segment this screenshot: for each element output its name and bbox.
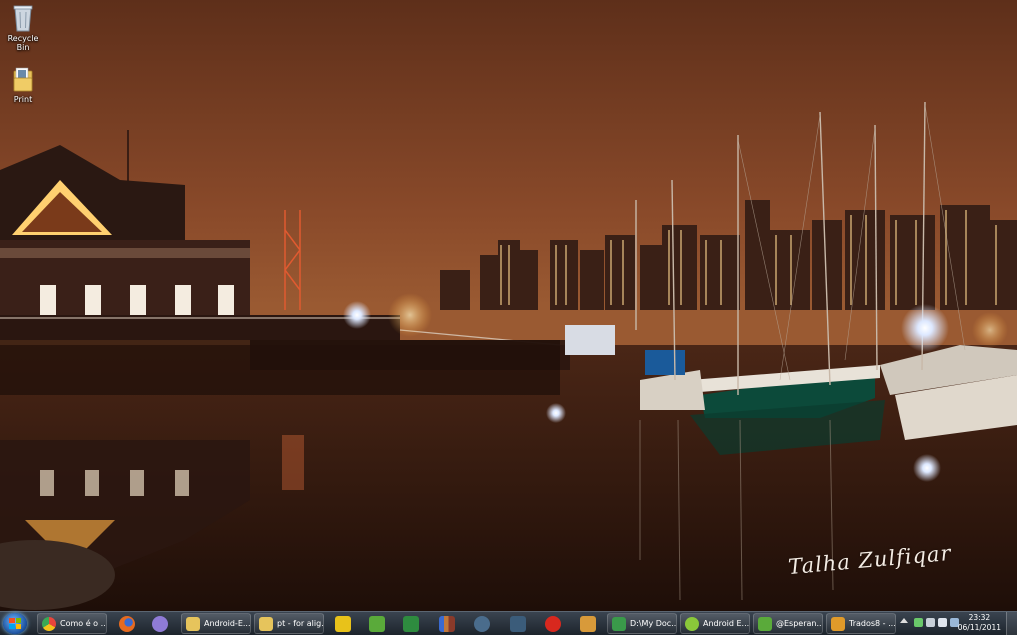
folder-icon — [259, 617, 273, 631]
taskbar-button-firefox[interactable] — [112, 613, 142, 634]
show-desktop-button[interactable] — [1006, 612, 1017, 635]
taskbar-button-label: pt - for alig... — [277, 619, 324, 628]
taskbar-button-label: D:\My Doc... — [630, 619, 677, 628]
speaker-icon[interactable] — [938, 618, 947, 627]
network-icon[interactable] — [914, 618, 923, 627]
taskbar-button-steam[interactable] — [467, 613, 497, 634]
taskbar-button-tomato[interactable] — [538, 613, 568, 634]
system-tray: 23:32 06/11/2011 — [896, 612, 1017, 635]
desktop-icon-label: Print — [13, 95, 33, 104]
library-icon — [439, 616, 455, 632]
taskbar-button-excel[interactable] — [396, 613, 426, 634]
taskbar-button-label: Como é o ... — [60, 619, 107, 628]
taskbar-button-library[interactable] — [432, 613, 462, 634]
evernote-icon — [369, 616, 385, 632]
windows-start-icon — [9, 618, 21, 629]
taskbar-button-pidgin[interactable] — [145, 613, 175, 634]
pidgin-icon — [152, 616, 168, 632]
start-button[interactable] — [3, 613, 27, 634]
taskbar-button-lightroom[interactable] — [503, 613, 533, 634]
taskbar-button-book[interactable] — [573, 613, 603, 634]
taskbar-button-android-folder[interactable]: Android-E... — [181, 613, 251, 634]
excel-icon — [403, 616, 419, 632]
taskbar-button-chrome[interactable]: Como é o ... — [37, 613, 107, 634]
folder-print-icon — [13, 67, 33, 92]
shield-icon[interactable] — [926, 618, 935, 627]
taskbar-button-label: Android E... — [703, 619, 750, 628]
steam-icon — [474, 616, 490, 632]
desktop-icon-label: Recycle Bin — [7, 34, 39, 52]
chrome-icon — [42, 617, 56, 631]
clock-time: 23:32 — [968, 613, 991, 622]
taskbar-button-pt-folder[interactable]: pt - for alig... — [254, 613, 324, 634]
android-folder-icon — [612, 617, 626, 631]
wallpaper — [0, 0, 1017, 611]
taskbar-button-trados[interactable]: Trados8 - ... — [826, 613, 896, 634]
tomato-timer-icon — [545, 616, 561, 632]
clock-date: 06/11/2011 — [957, 623, 1001, 632]
taskbar: Como é o ... Android-E... pt - for alig.… — [0, 611, 1017, 635]
taskbar-button-my-documents[interactable]: D:\My Doc... — [607, 613, 677, 634]
lightroom-icon — [510, 616, 526, 632]
desktop-icon-print[interactable]: Print — [0, 65, 46, 104]
taskbar-button-android[interactable]: Android E... — [680, 613, 750, 634]
taskbar-button-label: Android-E... — [204, 619, 251, 628]
evernote-icon — [758, 617, 772, 631]
trados-icon — [831, 617, 845, 631]
taskbar-button-mail[interactable] — [328, 613, 358, 634]
book-icon — [580, 616, 596, 632]
firefox-icon — [119, 616, 135, 632]
taskbar-button-label: @Esperan... — [776, 619, 823, 628]
show-hidden-icons-icon[interactable] — [900, 618, 908, 623]
taskbar-button-label: Trados8 - ... — [849, 619, 896, 628]
taskbar-button-evernote[interactable] — [362, 613, 392, 634]
taskbar-button-evernote-note[interactable]: @Esperan... — [753, 613, 823, 634]
desktop: Recycle Bin Print Talha Zulfiqar — [0, 0, 1017, 611]
clock[interactable]: 23:32 06/11/2011 — [958, 613, 1001, 633]
android-icon — [685, 617, 699, 631]
mail-app-icon — [335, 616, 351, 632]
desktop-icon-recycle-bin[interactable]: Recycle Bin — [0, 4, 46, 52]
recycle-bin-icon — [13, 5, 33, 32]
folder-icon — [186, 617, 200, 631]
